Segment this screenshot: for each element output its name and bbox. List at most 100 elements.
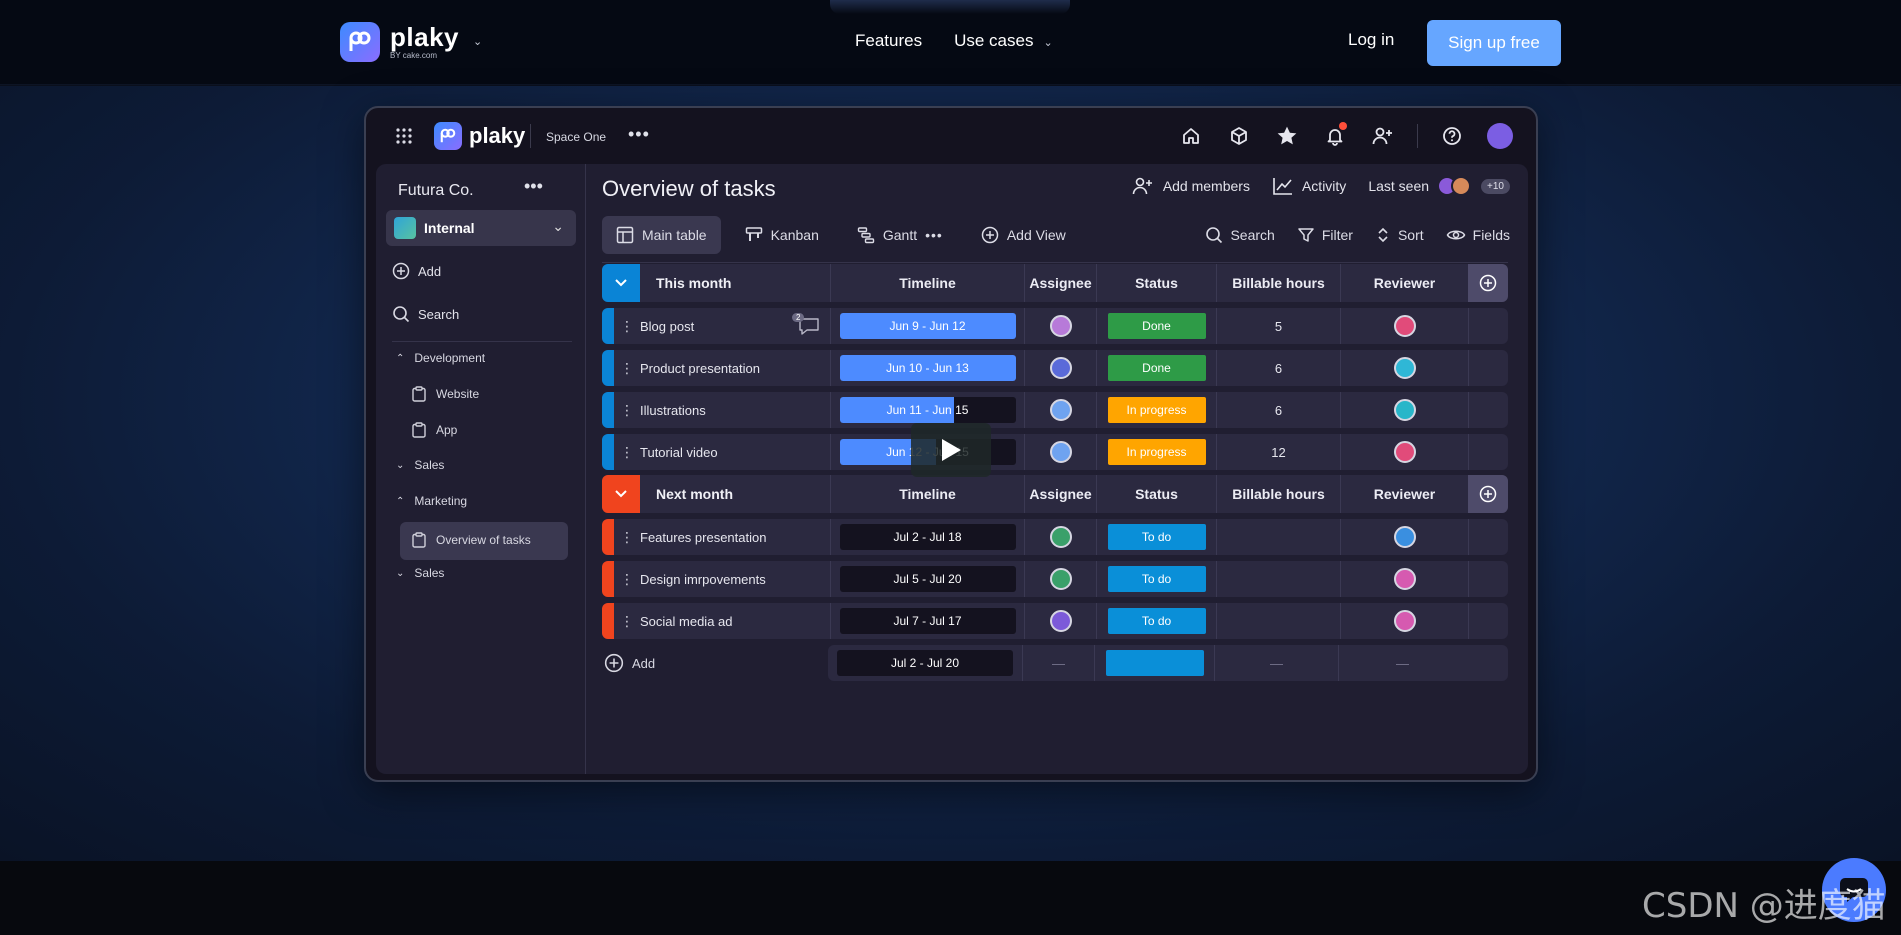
assignee-cell[interactable] (1024, 519, 1096, 555)
assignee-cell[interactable] (1024, 392, 1096, 428)
sidebar-folder-development[interactable]: ⌃ Development (396, 351, 485, 365)
billable-hours-cell[interactable] (1216, 603, 1340, 639)
column-header-status[interactable]: Status (1096, 264, 1216, 302)
table-row[interactable]: ⋮ Product presentation Jun 10 - Jun 13 D… (602, 350, 1508, 386)
row-menu-icon[interactable]: ⋮ (620, 571, 634, 588)
video-play-button[interactable] (911, 423, 991, 477)
more-icon[interactable]: ••• (925, 227, 943, 243)
status-cell[interactable]: Done (1096, 350, 1216, 386)
add-user-icon[interactable] (1369, 122, 1397, 150)
column-header-timeline[interactable]: Timeline (830, 475, 1024, 513)
tab-kanban[interactable]: Kanban (731, 216, 833, 254)
add-members-button[interactable]: Add members (1131, 176, 1250, 196)
sidebar-folder-marketing[interactable]: ⌃ Marketing (396, 494, 467, 508)
group-name[interactable]: Next month (640, 486, 830, 502)
sidebar-item-overview-of-tasks[interactable]: Overview of tasks (412, 532, 531, 548)
chevron-down-icon[interactable]: ⌄ (473, 35, 482, 48)
sort-button[interactable]: Sort (1375, 226, 1424, 244)
user-avatar[interactable] (1486, 122, 1514, 150)
help-icon[interactable] (1438, 122, 1466, 150)
billable-hours-cell[interactable] (1216, 561, 1340, 597)
group-name[interactable]: This month (640, 275, 830, 291)
reviewer-cell[interactable] (1340, 308, 1468, 344)
status-cell[interactable]: In progress (1096, 434, 1216, 470)
more-icon[interactable]: ••• (524, 176, 543, 197)
more-icon[interactable]: ••• (628, 124, 650, 145)
billable-hours-cell[interactable]: 6 (1216, 392, 1340, 428)
task-name[interactable]: Social media ad (634, 614, 830, 629)
status-cell[interactable]: Done (1096, 308, 1216, 344)
billable-hours-cell[interactable] (1216, 519, 1340, 555)
workspace-selector[interactable]: Internal ⌄ (386, 210, 576, 246)
comment-icon[interactable]: 2 (792, 312, 820, 338)
column-header-reviewer[interactable]: Reviewer (1340, 475, 1468, 513)
status-cell[interactable]: To do (1096, 519, 1216, 555)
sidebar-folder-sales[interactable]: ⌄ Sales (396, 458, 444, 472)
status-cell[interactable]: To do (1096, 603, 1216, 639)
reviewer-cell[interactable] (1340, 434, 1468, 470)
table-row[interactable]: ⋮ Design imrpovements Jul 5 - Jul 20 To … (602, 561, 1508, 597)
reviewer-cell[interactable] (1340, 519, 1468, 555)
assignee-cell[interactable] (1024, 350, 1096, 386)
assignee-cell[interactable] (1024, 603, 1096, 639)
status-cell[interactable]: To do (1096, 561, 1216, 597)
reviewer-cell[interactable] (1340, 603, 1468, 639)
row-menu-icon[interactable]: ⋮ (620, 529, 634, 546)
home-icon[interactable] (1177, 122, 1205, 150)
fields-button[interactable]: Fields (1446, 226, 1510, 244)
nav-link-features[interactable]: Features (855, 31, 922, 51)
brand[interactable]: plaky BY cake.com ⌄ (340, 22, 482, 62)
task-name[interactable]: Illustrations (634, 403, 830, 418)
apps-grid-icon[interactable] (396, 128, 412, 144)
column-header-assignee[interactable]: Assignee (1024, 475, 1096, 513)
table-row[interactable]: ⋮ Social media ad Jul 7 - Jul 17 To do (602, 603, 1508, 639)
sidebar-folder-sales-2[interactable]: ⌄ Sales (396, 566, 444, 580)
row-menu-icon[interactable]: ⋮ (620, 444, 634, 461)
sidebar-add[interactable]: Add (392, 262, 441, 280)
add-task-button[interactable]: Add (602, 653, 828, 673)
task-name[interactable]: Design imrpovements (634, 572, 830, 587)
column-header-timeline[interactable]: Timeline (830, 264, 1024, 302)
group-collapse-toggle[interactable] (602, 264, 640, 302)
table-row[interactable]: ⋮ Features presentation Jul 2 - Jul 18 T… (602, 519, 1508, 555)
row-menu-icon[interactable]: ⋮ (620, 318, 634, 335)
add-column-button[interactable] (1468, 475, 1508, 513)
add-view-button[interactable]: Add View (967, 216, 1080, 254)
sidebar-search[interactable]: Search (392, 305, 459, 323)
timeline-cell[interactable]: Jun 9 - Jun 12 (830, 308, 1024, 344)
tab-main-table[interactable]: Main table (602, 216, 721, 254)
star-icon[interactable] (1273, 122, 1301, 150)
add-column-button[interactable] (1468, 264, 1508, 302)
timeline-cell[interactable]: Jul 7 - Jul 17 (830, 603, 1024, 639)
status-cell[interactable]: In progress (1096, 392, 1216, 428)
table-row[interactable]: ⋮ Blog post 2 Jun 9 - Jun 12 Done 5 (602, 308, 1508, 344)
assignee-cell[interactable] (1024, 561, 1096, 597)
timeline-cell[interactable]: Jun 10 - Jun 13 (830, 350, 1024, 386)
table-row[interactable]: ⋮ Illustrations Jun 11 - Jun 15 In progr… (602, 392, 1508, 428)
column-header-reviewer[interactable]: Reviewer (1340, 264, 1468, 302)
sidebar-item-app[interactable]: App (412, 422, 457, 438)
task-name[interactable]: Blog post 2 (634, 312, 830, 335)
column-header-billable-hours[interactable]: Billable hours (1216, 264, 1340, 302)
timeline-cell[interactable]: Jul 2 - Jul 18 (830, 519, 1024, 555)
row-menu-icon[interactable]: ⋮ (620, 360, 634, 377)
task-name[interactable]: Product presentation (634, 361, 830, 376)
task-name[interactable]: Features presentation (634, 530, 830, 545)
column-header-assignee[interactable]: Assignee (1024, 264, 1096, 302)
reviewer-cell[interactable] (1340, 392, 1468, 428)
last-seen[interactable]: Last seen +10 (1368, 176, 1510, 196)
column-header-status[interactable]: Status (1096, 475, 1216, 513)
nav-link-use-cases[interactable]: Use cases ⌄ (954, 31, 1053, 51)
table-row[interactable]: ⋮ Tutorial video Jun 12 - Jun 15 In prog… (602, 434, 1508, 470)
space-name[interactable]: Space One (546, 130, 606, 144)
sidebar-item-website[interactable]: Website (412, 386, 479, 402)
assignee-cell[interactable] (1024, 434, 1096, 470)
search-button[interactable]: Search (1205, 226, 1275, 244)
app-logo[interactable]: plaky (434, 122, 525, 150)
activity-button[interactable]: Activity (1272, 176, 1346, 196)
billable-hours-cell[interactable]: 6 (1216, 350, 1340, 386)
billable-hours-cell[interactable]: 5 (1216, 308, 1340, 344)
tab-gantt[interactable]: Gantt ••• (843, 216, 957, 254)
group-collapse-toggle[interactable] (602, 475, 640, 513)
filter-button[interactable]: Filter (1297, 226, 1353, 244)
